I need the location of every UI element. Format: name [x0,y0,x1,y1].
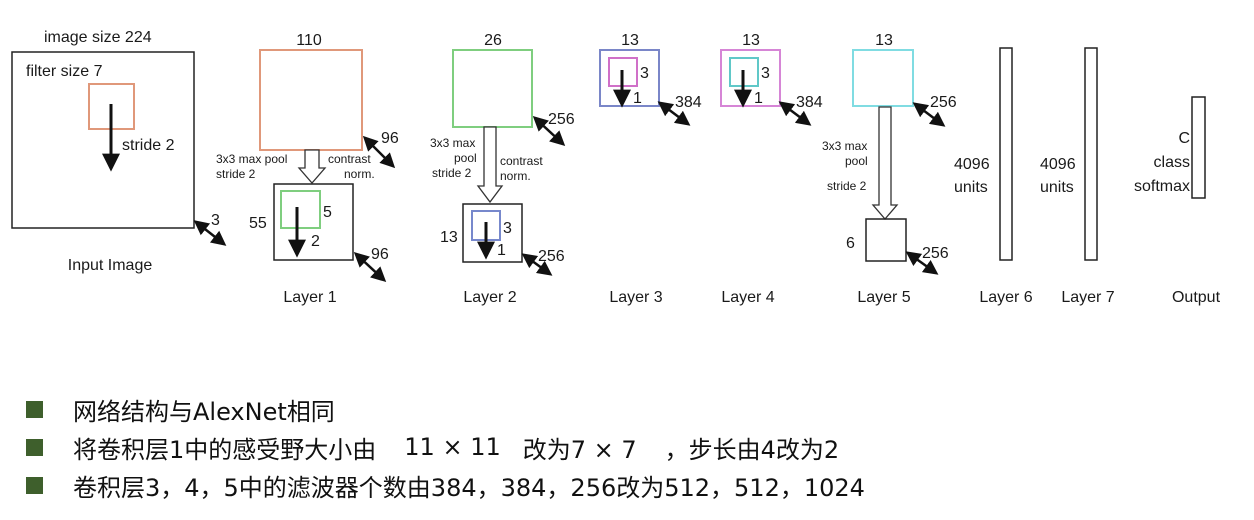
output-layer: C class softmax Output [1134,96,1221,306]
layer-4: 13 3 1 384 Layer 4 [720,32,823,306]
bullet-text-1: 网络结构与AlexNet相同 [73,397,335,426]
layer1-depth-label: 96 [381,130,399,147]
layer-2: 26 256 3x3 max pool stride 2 contrast no… [430,32,575,306]
zfnet-architecture-diagram: image size 224 filter size 7 stride 2 3 … [11,29,1221,306]
layer4-size-label: 13 [742,32,760,49]
bullet-text-2b: 11 × 11 [404,433,501,461]
layer2-pooled-size-label: 13 [440,229,458,246]
layer1-pool-arrow [297,149,327,184]
layer5-pool-label-line3: stride 2 [827,179,867,193]
layer3-depth-label: 384 [675,94,702,111]
layer3-caption: Layer 3 [609,289,662,306]
layer5-feature-map [852,49,914,107]
layer4-stride-label: 1 [754,90,763,107]
bullet-square-icon [26,476,43,494]
output-units-line3: softmax [1134,178,1190,195]
layer2-norm-label-line1: contrast [500,154,543,168]
filter-size-label: filter size 7 [26,63,103,80]
layer-7: 4096 units Layer 7 [1040,47,1115,306]
layer2-pool-label-line2: pool [454,151,477,165]
layer5-size-label: 13 [875,32,893,49]
bullet-item-2: 将卷积层1中的感受野大小由 11 × 11 改为7 × 7 ，步长由4改为2 [26,428,865,466]
bullet-square-icon [26,438,43,456]
layer2-pool-label-line3: stride 2 [432,166,472,180]
layer-5: 13 256 3x3 max pool stride 2 6 256 Layer… [822,32,957,306]
image-size-label: image size 224 [44,29,152,46]
layer5-pool-label-line1: 3x3 max [822,139,867,153]
layer5-pooled-depth-label: 256 [922,245,949,262]
layer7-fc-bar [1084,47,1098,261]
bullet-text-2c: 改为7 × 7 [522,435,637,464]
bullet-text-2d: ，步长由4改为2 [664,435,840,464]
layer1-filter-box [280,190,321,229]
layer2-caption: Layer 2 [463,289,516,306]
bullet-text-3: 卷积层3，4，5中的滤波器个数由384，384，256改为512，512，102… [73,473,865,502]
layer1-norm-label-line1: contrast [328,152,371,166]
layer4-filter-label: 3 [761,65,770,82]
output-bar [1191,96,1206,199]
layer2-size-label: 26 [484,32,502,49]
input-depth-label: 3 [211,212,220,229]
layer-6: 4096 units Layer 6 [954,47,1033,306]
layer2-norm-label-line2: norm. [500,169,531,183]
slide: image size 224 filter size 7 stride 2 3 … [0,0,1254,520]
bullet-text-2a: 将卷积层1中的感受野大小由 [73,435,377,464]
layer1-pooled-size-label: 55 [249,215,267,232]
output-units-line1: C [1178,130,1190,147]
layer1-pool-label-line2: stride 2 [216,167,256,181]
layer1-pool-label-line1: 3x3 max pool [216,152,287,166]
layer2-pool-label-line1: 3x3 max [430,136,475,150]
layer-3: 13 3 1 384 Layer 3 [599,32,702,306]
input-image: image size 224 filter size 7 stride 2 3 … [11,29,227,274]
layer-1: 110 96 3x3 max pool stride 2 contrast no… [216,32,399,306]
bullet-square-icon [26,400,43,418]
layer7-units-line2: units [1040,179,1074,196]
layer1-filter-label: 5 [323,204,332,221]
input-image-caption: Input Image [68,257,153,274]
layer6-units-line2: units [954,179,988,196]
layer3-stride-label: 1 [633,90,642,107]
output-units-line2: class [1154,154,1190,171]
layer2-pool-arrow [476,126,504,204]
layer5-depth-label: 256 [930,94,957,111]
layer2-filter-label: 3 [503,220,512,237]
layer1-size-label: 110 [296,32,322,49]
layer1-norm-label-line2: norm. [344,167,375,181]
bullet-item-3: 卷积层3，4，5中的滤波器个数由384，384，256改为512，512，102… [26,466,865,504]
layer2-depth-label: 256 [548,111,575,128]
layer4-depth-label: 384 [796,94,823,111]
layer3-filter-label: 3 [640,65,649,82]
layer5-pooled-size-label: 6 [846,235,855,252]
bullet-item-1: 网络结构与AlexNet相同 [26,390,865,428]
layer6-caption: Layer 6 [979,289,1032,306]
layer5-caption: Layer 5 [857,289,910,306]
layer2-stride-label: 1 [497,242,506,259]
layer1-pooled-depth-label: 96 [371,246,389,263]
layer6-fc-bar [999,47,1013,261]
layer3-size-label: 13 [621,32,639,49]
layer6-units-line1: 4096 [954,156,990,173]
layer5-pool-label-line2: pool [845,154,868,168]
layer5-pooled-map [865,218,907,262]
layer1-stride-label: 2 [311,233,320,250]
layer1-feature-map [259,49,363,151]
layer2-feature-map [452,49,533,128]
layer2-pooled-depth-label: 256 [538,248,565,265]
layer7-units-line1: 4096 [1040,156,1076,173]
layer4-caption: Layer 4 [721,289,774,306]
layer1-caption: Layer 1 [283,289,336,306]
input-stride-label: stride 2 [122,137,175,154]
bullet-list: 网络结构与AlexNet相同 将卷积层1中的感受野大小由 11 × 11 改为7… [26,390,865,504]
layer7-caption: Layer 7 [1061,289,1114,306]
output-caption: Output [1172,289,1221,306]
layer5-pool-arrow [871,106,899,220]
